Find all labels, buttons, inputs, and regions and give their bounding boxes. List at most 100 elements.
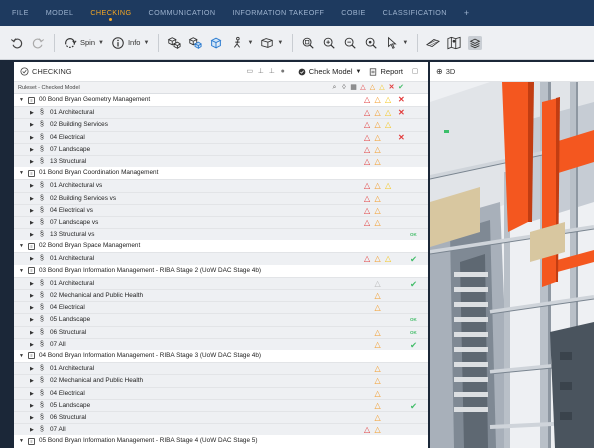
low-filter-icon[interactable]: △	[378, 83, 387, 92]
zoom-fit-button[interactable]	[301, 36, 315, 50]
low-warning-icon[interactable]: △	[385, 94, 391, 106]
rule-row[interactable]: ▶ § 07 Landscape △ △	[14, 142, 428, 156]
menu-model[interactable]: MODEL	[46, 0, 74, 26]
moderate-warning-icon[interactable]: △	[375, 144, 381, 156]
rule-row[interactable]: ▶ § 04 Electrical △	[14, 301, 428, 314]
moderate-warning-icon[interactable]: △	[375, 132, 381, 144]
low-warning-icon[interactable]: △	[385, 180, 391, 192]
rule-row[interactable]: ▶ § 05 Landscape OK	[14, 313, 428, 326]
ruleset-group-row[interactable]: ▼ ≡ 02 Bond Bryan Space Management	[14, 240, 428, 253]
moderate-warning-icon[interactable]: △	[375, 119, 381, 131]
moderate-warning-icon[interactable]: △	[375, 424, 381, 436]
rule-row[interactable]: ▶ § 02 Mechanical and Public Health △	[14, 289, 428, 302]
critical-warning-icon[interactable]: △	[364, 94, 370, 106]
accepted-check-icon[interactable]: ✔	[410, 253, 417, 265]
show-all-button[interactable]	[167, 36, 182, 50]
accepted-check-icon[interactable]: ✔	[410, 400, 417, 412]
rule-row[interactable]: ▶ § 01 Architectural △ ✔	[14, 276, 428, 289]
critical-warning-icon[interactable]: △	[364, 180, 370, 192]
critical-warning-icon[interactable]: △	[364, 144, 370, 156]
collapse-toggle-icon[interactable]: ▼	[19, 265, 24, 277]
view-box-button[interactable]: ▼	[260, 36, 283, 50]
rule-row[interactable]: ▶ § 06 Structural △ OK	[14, 325, 428, 339]
zoom-out-button[interactable]	[343, 36, 357, 50]
redo-button[interactable]	[31, 36, 45, 50]
map-button[interactable]	[447, 36, 461, 50]
critical-warning-icon[interactable]: △	[364, 107, 370, 119]
critical-warning-icon[interactable]: △	[364, 253, 370, 265]
rejected-icon[interactable]: ✕	[398, 107, 405, 119]
rule-row[interactable]: ▶ § 04 Electrical △	[14, 386, 428, 400]
menu-checking[interactable]: CHECKING	[90, 0, 131, 26]
moderate-warning-icon[interactable]: △	[375, 253, 381, 265]
check-model-button[interactable]: Check Model ▼	[298, 67, 361, 76]
maximize-icon[interactable]: ▢	[411, 68, 419, 76]
report-button[interactable]: Report	[369, 67, 403, 76]
rule-row[interactable]: ▶ § 05 Landscape △ ✔	[14, 398, 428, 412]
menu-classification[interactable]: CLASSIFICATION	[383, 0, 447, 26]
critical-warning-icon[interactable]: △	[364, 119, 370, 131]
rule-row[interactable]: ▶ § 02 Mechanical and Public Health △	[14, 374, 428, 387]
moderate-warning-icon[interactable]: △	[375, 327, 381, 339]
moderate-warning-icon[interactable]: △	[375, 217, 381, 229]
attach-icon[interactable]: ⌕	[330, 83, 339, 92]
download-icon[interactable]: ⊥	[257, 68, 265, 76]
ruleset-group-row[interactable]: ▼ ≡ 05 Bond Bryan Information Management -…	[14, 435, 428, 448]
zoom-in-button[interactable]	[322, 36, 336, 50]
rule-row[interactable]: ▶ § 02 Building Services △ △ △	[14, 118, 428, 131]
moderate-warning-icon[interactable]: △	[375, 400, 381, 412]
rule-row[interactable]: ▶ § 02 Building Services vs △ △	[14, 191, 428, 205]
moderate-filter-icon[interactable]: △	[368, 83, 377, 92]
hide-button[interactable]	[188, 36, 203, 50]
critical-filter-icon[interactable]: △	[359, 83, 368, 92]
layers-button[interactable]	[468, 35, 483, 50]
critical-warning-icon[interactable]: △	[364, 156, 370, 168]
moderate-warning-icon[interactable]: △	[375, 388, 381, 400]
ruleset-group-row[interactable]: ▼ ≡ 01 Bond Bryan Coordination Management	[14, 167, 428, 180]
rule-row[interactable]: ▶ § 06 Structural △	[14, 410, 428, 424]
menu-communication[interactable]: COMMUNICATION	[148, 0, 215, 26]
add-tab-icon[interactable]: +	[464, 8, 469, 18]
filter-icon[interactable]: ◊	[340, 83, 349, 92]
section-button[interactable]	[426, 36, 441, 50]
record-icon[interactable]: ●	[279, 68, 287, 76]
rule-row[interactable]: ▶ § 07 All △ ✔	[14, 337, 428, 350]
moderate-warning-icon[interactable]: △	[375, 193, 381, 205]
menu-cobie[interactable]: COBIE	[341, 0, 365, 26]
collapse-toggle-icon[interactable]: ▼	[19, 435, 24, 447]
3d-viewport[interactable]	[430, 82, 594, 448]
rule-row[interactable]: ▶ § 07 All △ △	[14, 423, 428, 436]
critical-warning-icon[interactable]: △	[364, 424, 370, 436]
moderate-warning-icon[interactable]: △	[375, 363, 381, 375]
rule-row[interactable]: ▶ § 13 Structural vs OK	[14, 228, 428, 241]
rule-row[interactable]: ▶ § 01 Architectural △ △ △ ✔	[14, 252, 428, 265]
moderate-warning-icon[interactable]: △	[375, 375, 381, 387]
rejected-icon[interactable]: ✕	[398, 132, 405, 144]
moderate-warning-icon[interactable]: △	[375, 156, 381, 168]
rule-row[interactable]: ▶ § 01 Architectural vs △ △ △	[14, 179, 428, 192]
ruleset-group-row[interactable]: ▼ ≡ 04 Bond Bryan Information Management -…	[14, 349, 428, 363]
low-warning-icon[interactable]: △	[385, 253, 391, 265]
low-warning-icon[interactable]: △	[385, 107, 391, 119]
zoom-selected-button[interactable]	[364, 36, 378, 50]
moderate-warning-icon[interactable]: △	[375, 290, 381, 302]
rule-row[interactable]: ▶ § 01 Architectural △ △ △ ✕	[14, 106, 428, 119]
moderate-warning-icon[interactable]: △	[375, 107, 381, 119]
critical-warning-icon[interactable]: △	[364, 193, 370, 205]
select-tool-button[interactable]: ▼	[385, 36, 408, 50]
spin-button[interactable]: Spin ▼	[63, 36, 104, 50]
moderate-warning-icon[interactable]: △	[375, 412, 381, 424]
table-icon[interactable]: ▦	[349, 83, 358, 92]
low-warning-icon[interactable]: △	[385, 119, 391, 131]
isolate-button[interactable]	[209, 36, 223, 50]
rule-row[interactable]: ▶ § 01 Architectural △	[14, 362, 428, 375]
ok-status-badge[interactable]: OK	[410, 314, 417, 326]
collapse-toggle-icon[interactable]: ▼	[19, 167, 24, 179]
collapse-toggle-icon[interactable]: ▼	[19, 350, 24, 362]
critical-warning-icon[interactable]: △	[364, 217, 370, 229]
collapse-toggle-icon[interactable]: ▼	[19, 94, 24, 106]
walk-button[interactable]: ▼	[230, 36, 253, 50]
info-button[interactable]: Info ▼	[111, 36, 149, 50]
critical-warning-icon[interactable]: △	[364, 132, 370, 144]
folder-icon[interactable]: ▭	[246, 68, 254, 76]
